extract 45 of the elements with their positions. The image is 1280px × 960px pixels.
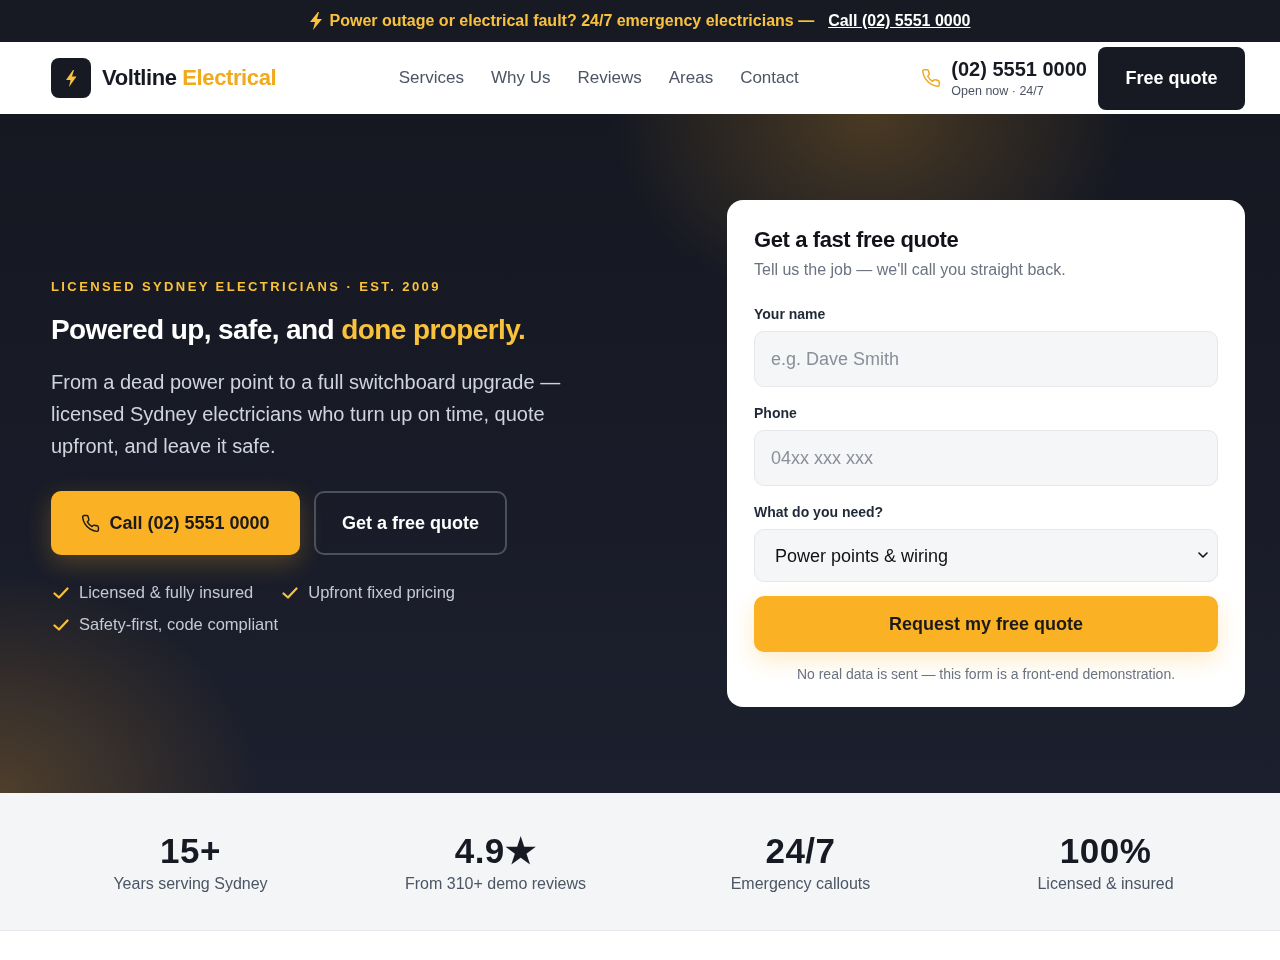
phone-number[interactable]: (02) 5551 0000 bbox=[951, 58, 1087, 81]
hero-eyebrow: LICENSED SYDNEY ELECTRICIANS · EST. 2009 bbox=[51, 279, 442, 294]
nav-link[interactable]: Why Us bbox=[490, 68, 551, 88]
form-subtitle: Tell us the job — we'll call you straight back. bbox=[754, 261, 1067, 279]
stat-label: From 310+ demo reviews bbox=[405, 874, 586, 893]
lightning-logo-icon bbox=[51, 58, 91, 98]
quote-button[interactable]: Get a free quote bbox=[314, 491, 507, 555]
field-label: Phone bbox=[754, 405, 798, 421]
stat-label: Years serving Sydney bbox=[113, 874, 268, 893]
check-icon bbox=[53, 586, 69, 599]
input-field[interactable]: e.g. Dave Smith bbox=[754, 331, 1218, 387]
nav-link[interactable]: Areas bbox=[668, 68, 714, 88]
chevron-down-icon bbox=[1198, 552, 1208, 558]
opening-status: Open now · 24/7 bbox=[951, 84, 1045, 98]
lightning-bolt-icon bbox=[309, 12, 322, 30]
feature-text: Safety-first, code compliant bbox=[79, 615, 278, 634]
call-button[interactable]: Call (02) 5551 0000 bbox=[51, 491, 300, 555]
stat-label: Licensed & insured bbox=[1037, 874, 1174, 893]
field-label: What do you need? bbox=[754, 504, 885, 520]
feature-text: Upfront fixed pricing bbox=[308, 583, 455, 602]
stat-value: 24/7 bbox=[765, 830, 836, 871]
form-note: No real data is sent — this form is a front-end demonstration. bbox=[795, 666, 1177, 682]
call-link[interactable]: Call (02) 5551 0000 bbox=[828, 12, 971, 30]
form-title: Get a fast free quote bbox=[754, 227, 960, 253]
stat-value: 15+ bbox=[160, 830, 221, 871]
stat-label: Emergency callouts bbox=[730, 874, 871, 893]
alert-message: Power outage or electrical fault? 24/7 emergency electricians — bbox=[329, 12, 815, 30]
feature-text: Licensed & fully insured bbox=[79, 583, 254, 602]
check-icon bbox=[53, 618, 69, 631]
stat-value: 4.9★ bbox=[454, 830, 537, 871]
nav-link[interactable]: Reviews bbox=[577, 68, 642, 88]
brand-name[interactable]: Voltline Electrical bbox=[102, 65, 277, 91]
stat-value: 100% bbox=[1059, 830, 1152, 871]
field-label: Your name bbox=[754, 306, 827, 322]
hero-intro: From a dead power point to a full switchboard upgrade — licensed Sydney electricians who turn up on time, quote upfront, and leave it safe. bbox=[51, 370, 562, 459]
nav-link[interactable]: Contact bbox=[740, 68, 799, 88]
check-icon bbox=[282, 586, 299, 599]
nav-link[interactable]: Services bbox=[398, 68, 464, 88]
input-field[interactable]: 04xx xxx xxx bbox=[754, 430, 1218, 486]
hero-heading: Powered up, safe, and done properly. bbox=[51, 314, 527, 346]
phone-icon bbox=[921, 68, 942, 88]
free-quote-button[interactable]: Free quote bbox=[1098, 46, 1245, 110]
select-field[interactable]: Power points & wiring bbox=[754, 529, 1218, 582]
phone-icon bbox=[81, 513, 101, 533]
submit-button[interactable]: Request my free quote bbox=[754, 596, 1218, 652]
